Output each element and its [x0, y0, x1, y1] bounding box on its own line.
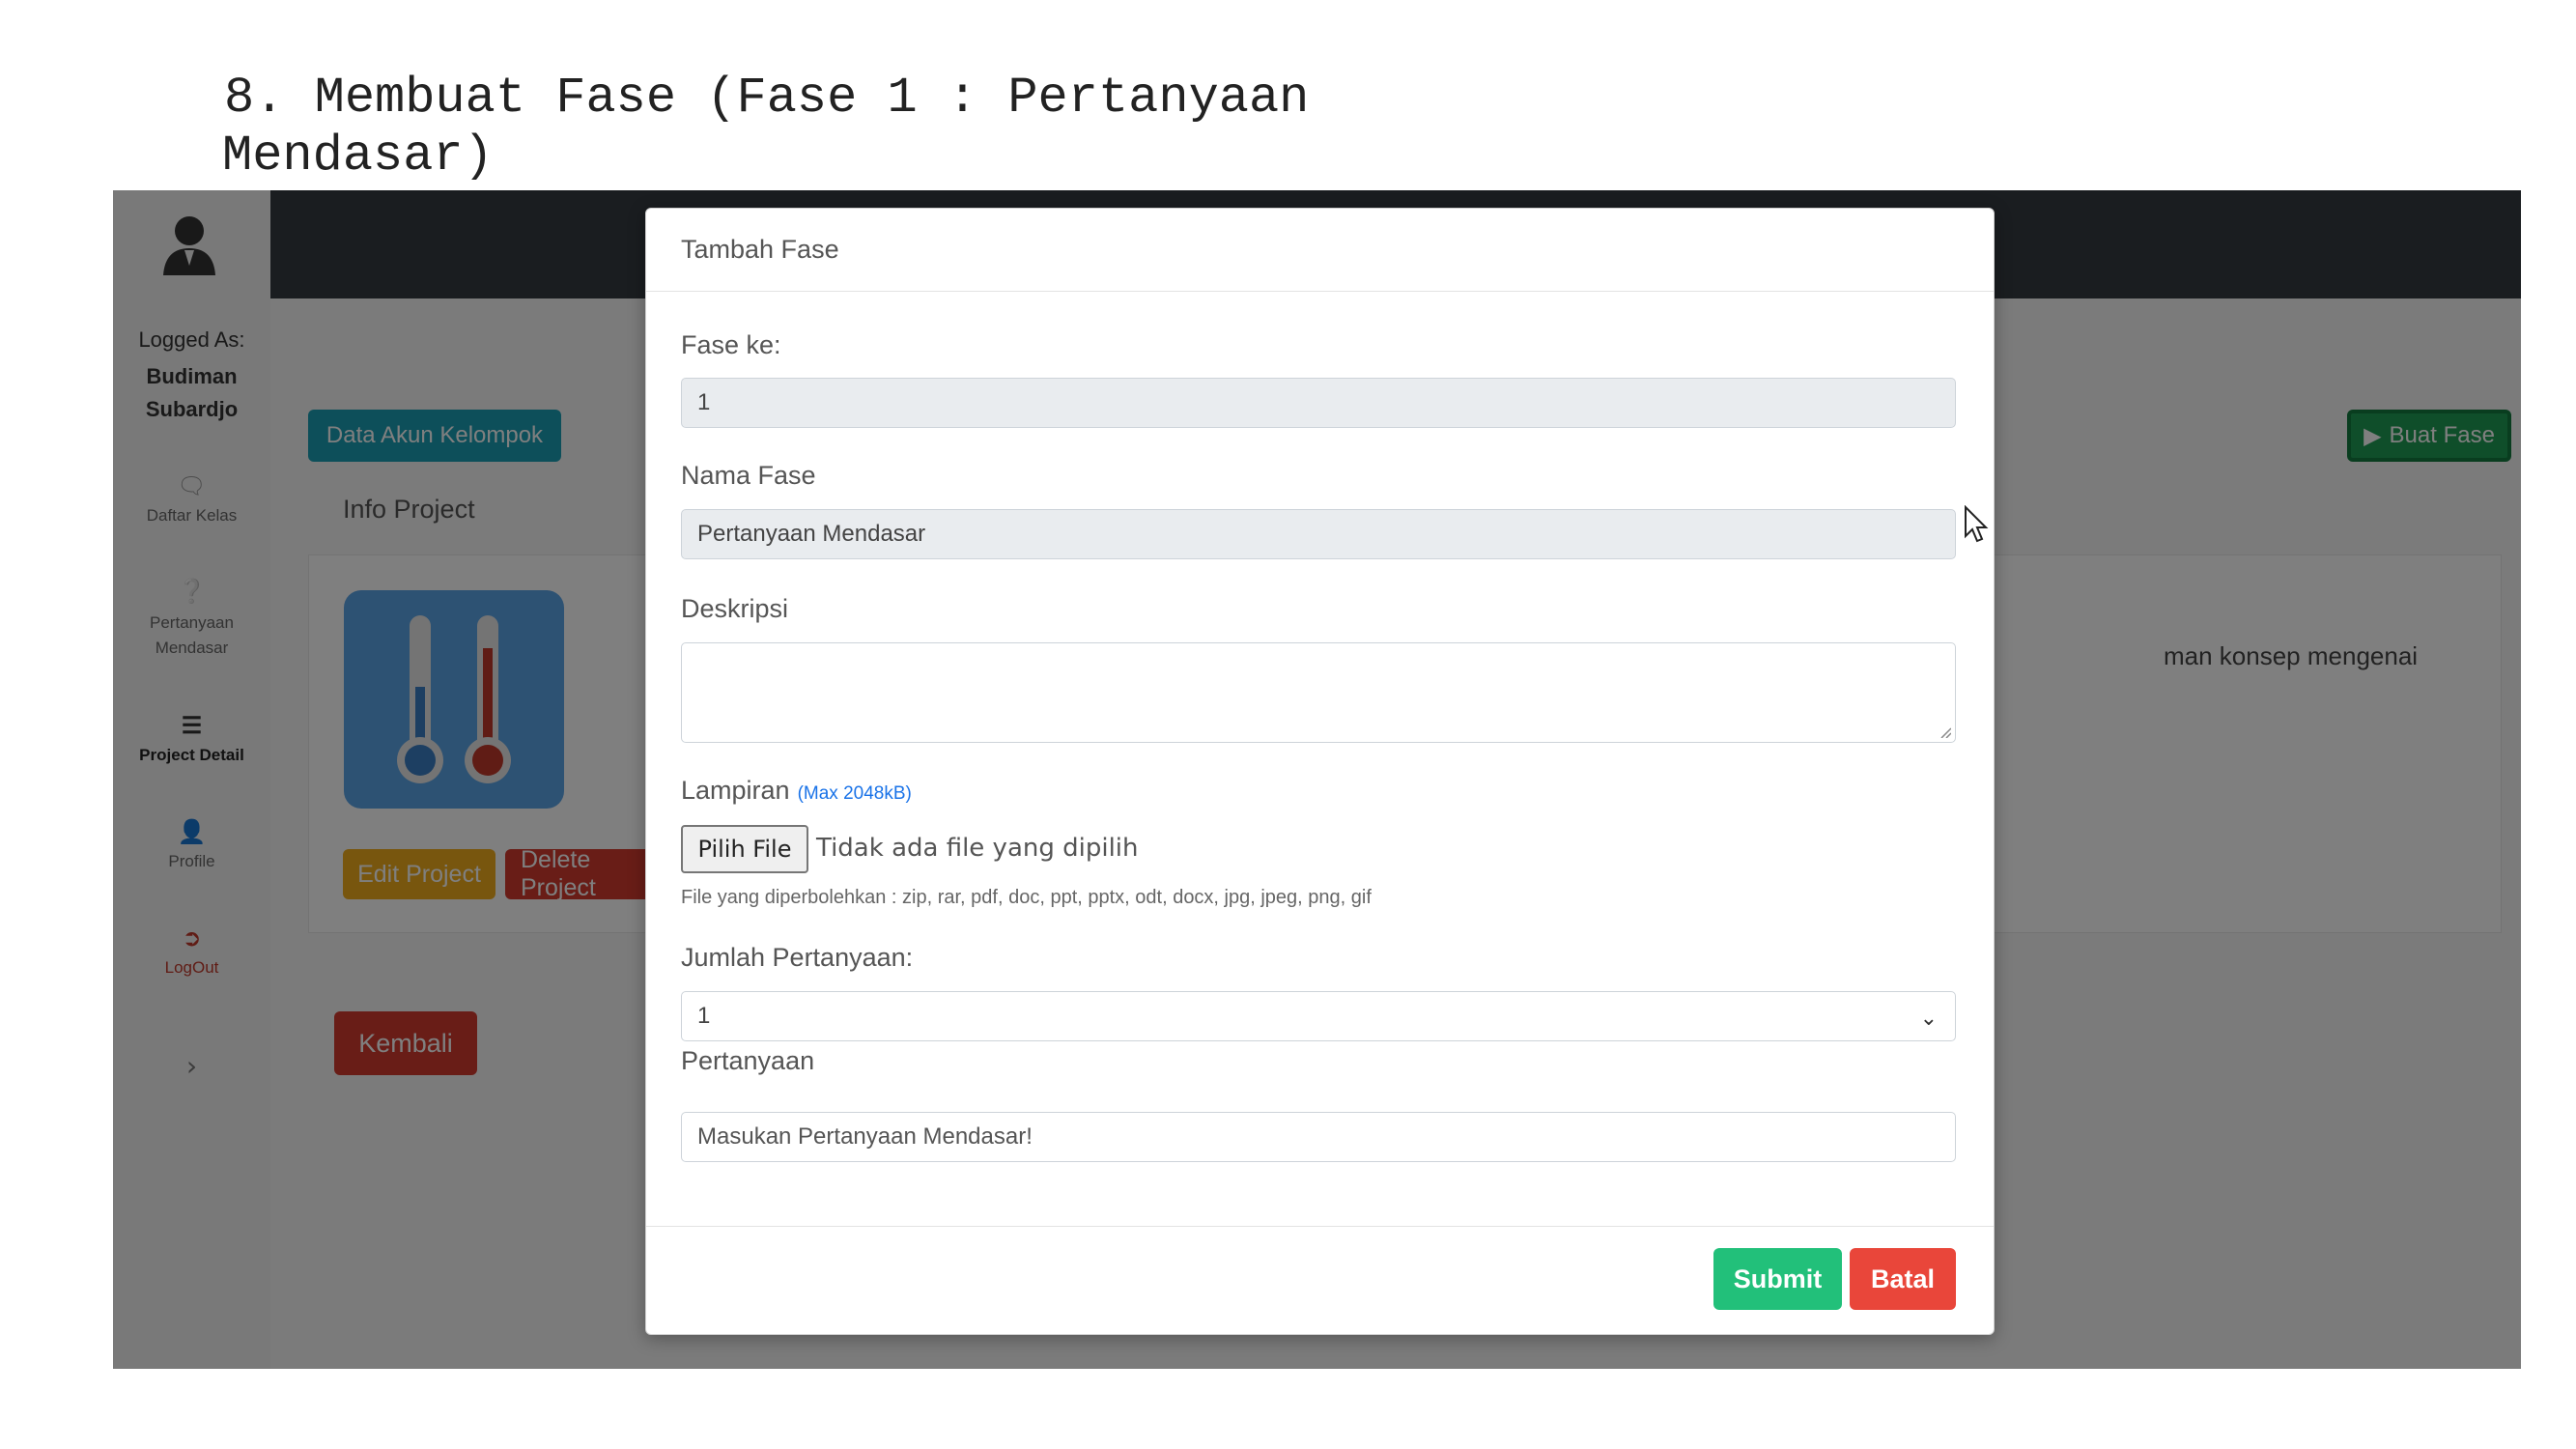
- pertanyaan-input[interactable]: Masukan Pertanyaan Mendasar!: [681, 1112, 1956, 1162]
- fase-ke-input[interactable]: 1: [681, 378, 1956, 428]
- tambah-fase-modal: Tambah Fase Fase ke: 1 Nama Fase Pertany…: [645, 208, 1995, 1335]
- file-help-text: File yang diperbolehkan : zip, rar, pdf,…: [681, 887, 1372, 908]
- mouse-cursor-icon: [1965, 505, 1989, 543]
- document-heading: 8. Membuat Fase (Fase 1 : Pertanyaan Men…: [222, 70, 1310, 185]
- jumlah-pertanyaan-select[interactable]: 1 ⌄: [681, 991, 1956, 1041]
- modal-header: Tambah Fase: [646, 209, 1994, 292]
- resize-grip-icon[interactable]: [1939, 726, 1951, 738]
- lampiran-label: Lampiran: [681, 776, 790, 805]
- jumlah-pertanyaan-label: Jumlah Pertanyaan:: [681, 943, 914, 972]
- lampiran-max-note: (Max 2048kB): [797, 783, 912, 804]
- nama-fase-input[interactable]: Pertanyaan Mendasar: [681, 509, 1956, 559]
- pilih-file-button[interactable]: Pilih File: [681, 825, 808, 873]
- modal-title: Tambah Fase: [681, 235, 839, 264]
- heading-line-1: 8. Membuat Fase (Fase 1 : Pertanyaan: [224, 70, 1310, 127]
- deskripsi-textarea[interactable]: [681, 642, 1956, 743]
- submit-button[interactable]: Submit: [1713, 1248, 1842, 1310]
- pertanyaan-label: Pertanyaan: [681, 1046, 815, 1075]
- fase-ke-label: Fase ke:: [681, 330, 781, 359]
- lampiran-label-row: Lampiran (Max 2048kB): [681, 776, 912, 806]
- nama-fase-label: Nama Fase: [681, 461, 816, 490]
- deskripsi-label: Deskripsi: [681, 594, 789, 623]
- jumlah-pertanyaan-value: 1: [697, 1003, 711, 1029]
- chevron-down-icon: ⌄: [1919, 1006, 1938, 1030]
- batal-button[interactable]: Batal: [1850, 1248, 1956, 1310]
- file-status-text: Tidak ada file yang dipilih: [816, 834, 1139, 863]
- heading-line-2: Mendasar): [222, 128, 494, 185]
